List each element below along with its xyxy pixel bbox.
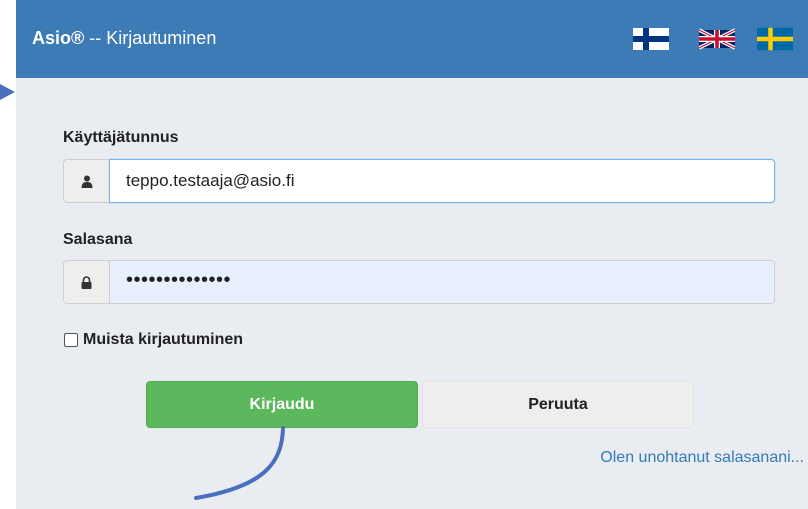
password-field[interactable]: •••••••••••••• [109, 260, 775, 304]
password-label: Salasana [63, 231, 133, 248]
lock-icon [63, 260, 109, 304]
username-field[interactable]: teppo.testaaja@asio.fi [109, 159, 775, 203]
login-dialog: Asio® -- Kirjautuminen Käyttäjätunnus te… [16, 0, 808, 509]
forgot-password-link[interactable]: Olen unohtanut salasanani... [600, 449, 804, 467]
brand-name: Asio® [32, 28, 85, 48]
dialog-header: Asio® -- Kirjautuminen [16, 0, 808, 78]
dialog-title: Asio® -- Kirjautuminen [32, 28, 216, 49]
remember-checkbox[interactable] [64, 333, 78, 347]
user-icon [63, 159, 109, 203]
remember-label: Muista kirjautuminen [83, 331, 244, 348]
username-label: Käyttäjätunnus [63, 129, 179, 146]
login-button[interactable]: Kirjaudu [146, 381, 418, 428]
arrow-head-icon [0, 84, 15, 100]
password-input-group: •••••••••••••• [63, 260, 775, 304]
swedish-flag-icon[interactable] [757, 26, 793, 52]
username-input-group: teppo.testaaja@asio.fi [63, 159, 775, 203]
cancel-button[interactable]: Peruuta [422, 381, 694, 428]
title-text: -- Kirjautuminen [84, 28, 217, 48]
uk-flag-icon[interactable] [699, 26, 735, 52]
finnish-flag-icon[interactable] [633, 26, 669, 52]
remember-me[interactable]: Muista kirjautuminen [64, 331, 243, 349]
